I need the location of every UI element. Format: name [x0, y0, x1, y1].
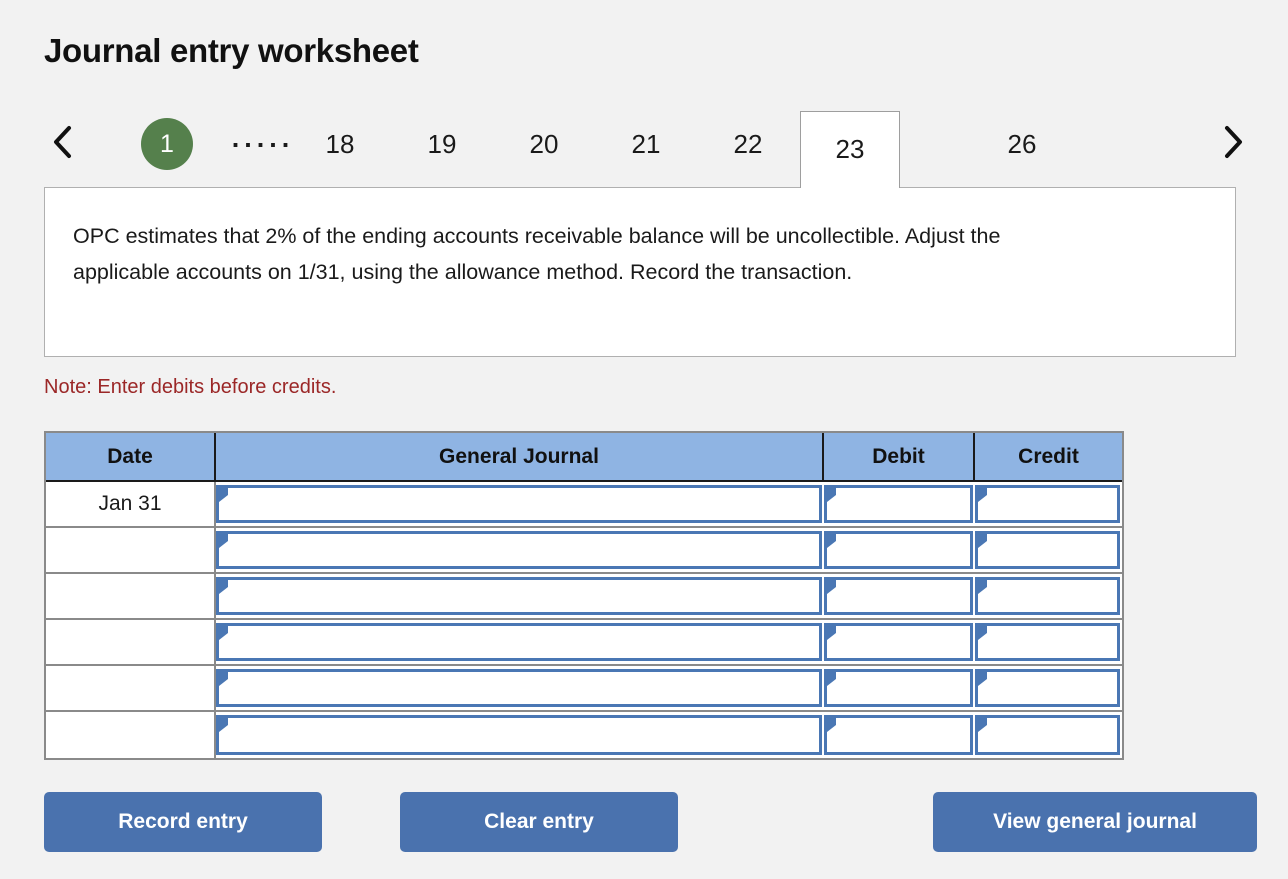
- chevron-left-icon: [52, 125, 74, 159]
- header-general-journal: General Journal: [216, 433, 824, 480]
- account-select[interactable]: [216, 623, 822, 661]
- dropdown-triangle-icon: [978, 718, 987, 732]
- date-cell[interactable]: [46, 574, 216, 618]
- credit-input[interactable]: [975, 715, 1120, 755]
- dropdown-triangle-icon: [827, 534, 836, 548]
- tab-19[interactable]: 19: [414, 118, 470, 170]
- account-select[interactable]: [216, 669, 822, 707]
- credit-cell: [975, 666, 1122, 710]
- tab-ellipsis: .....: [231, 122, 295, 153]
- tab-22[interactable]: 22: [720, 118, 776, 170]
- header-date: Date: [46, 433, 216, 480]
- dropdown-triangle-icon: [827, 580, 836, 594]
- debit-input[interactable]: [824, 485, 973, 523]
- table-row: [46, 574, 1122, 620]
- table-row: [46, 528, 1122, 574]
- dropdown-triangle-icon: [219, 580, 228, 594]
- dropdown-triangle-icon: [978, 580, 987, 594]
- table-header-row: Date General Journal Debit Credit: [46, 433, 1122, 482]
- credit-cell: [975, 620, 1122, 664]
- date-cell[interactable]: [46, 528, 216, 572]
- debit-cell: [824, 712, 975, 758]
- debit-input[interactable]: [824, 531, 973, 569]
- record-entry-button[interactable]: Record entry: [44, 792, 322, 852]
- tab-1[interactable]: 1: [141, 118, 193, 170]
- account-select[interactable]: [216, 577, 822, 615]
- dropdown-triangle-icon: [978, 672, 987, 686]
- header-debit: Debit: [824, 433, 975, 480]
- debit-cell: [824, 666, 975, 710]
- page-title: Journal entry worksheet: [44, 32, 419, 69]
- header-credit: Credit: [1018, 444, 1079, 468]
- account-cell: [216, 574, 824, 618]
- dropdown-triangle-icon: [219, 718, 228, 732]
- transaction-description-panel: OPC estimates that 2% of the ending acco…: [44, 187, 1236, 357]
- tab-23-active[interactable]: 23: [800, 111, 900, 188]
- debit-cell: [824, 482, 975, 526]
- debit-cell: [824, 620, 975, 664]
- chevron-right-icon: [1222, 125, 1244, 159]
- journal-entry-worksheet-page: Journal entry worksheet 1 ..... 18 19 20…: [0, 0, 1288, 879]
- date-cell[interactable]: [46, 666, 216, 710]
- credit-cell: [975, 482, 1122, 526]
- date-cell[interactable]: [46, 712, 216, 758]
- prev-page-arrow[interactable]: [42, 118, 84, 166]
- credit-cell: [975, 574, 1122, 618]
- date-cell[interactable]: [46, 620, 216, 664]
- date-cell[interactable]: Jan 31: [46, 482, 216, 526]
- dropdown-triangle-icon: [827, 718, 836, 732]
- table-row: [46, 666, 1122, 712]
- credit-cell: [975, 712, 1122, 758]
- debit-cell: [824, 528, 975, 572]
- account-select[interactable]: [216, 715, 822, 755]
- transaction-description-text: OPC estimates that 2% of the ending acco…: [73, 224, 1001, 284]
- credit-input[interactable]: [975, 623, 1120, 661]
- dropdown-triangle-icon: [219, 626, 228, 640]
- credit-input[interactable]: [975, 577, 1120, 615]
- tab-21[interactable]: 21: [618, 118, 674, 170]
- account-cell: [216, 482, 824, 526]
- debits-before-credits-note: Note: Enter debits before credits.: [44, 376, 337, 398]
- dropdown-triangle-icon: [827, 626, 836, 640]
- table-row: [46, 712, 1122, 758]
- account-cell: [216, 528, 824, 572]
- view-general-journal-button[interactable]: View general journal: [933, 792, 1257, 852]
- next-page-arrow[interactable]: [1212, 118, 1254, 166]
- tab-20[interactable]: 20: [516, 118, 572, 170]
- credit-input[interactable]: [975, 485, 1120, 523]
- account-select[interactable]: [216, 485, 822, 523]
- debit-input[interactable]: [824, 715, 973, 755]
- table-row: [46, 620, 1122, 666]
- account-select[interactable]: [216, 531, 822, 569]
- dropdown-triangle-icon: [219, 488, 228, 502]
- tab-18[interactable]: 18: [312, 118, 368, 170]
- clear-entry-button[interactable]: Clear entry: [400, 792, 678, 852]
- account-cell: [216, 666, 824, 710]
- dropdown-triangle-icon: [978, 488, 987, 502]
- debit-cell: [824, 574, 975, 618]
- credit-input[interactable]: [975, 531, 1120, 569]
- account-cell: [216, 712, 824, 758]
- credit-cell: [975, 528, 1122, 572]
- account-cell: [216, 620, 824, 664]
- journal-entry-table: Date General Journal Debit Credit Jan 31: [44, 431, 1124, 760]
- debit-input[interactable]: [824, 669, 973, 707]
- dropdown-triangle-icon: [219, 672, 228, 686]
- dropdown-triangle-icon: [978, 626, 987, 640]
- debit-input[interactable]: [824, 577, 973, 615]
- dropdown-triangle-icon: [827, 672, 836, 686]
- table-row: Jan 31: [46, 482, 1122, 528]
- debit-input[interactable]: [824, 623, 973, 661]
- tab-26[interactable]: 26: [956, 118, 1088, 170]
- credit-input[interactable]: [975, 669, 1120, 707]
- dropdown-triangle-icon: [978, 534, 987, 548]
- dropdown-triangle-icon: [219, 534, 228, 548]
- dropdown-triangle-icon: [827, 488, 836, 502]
